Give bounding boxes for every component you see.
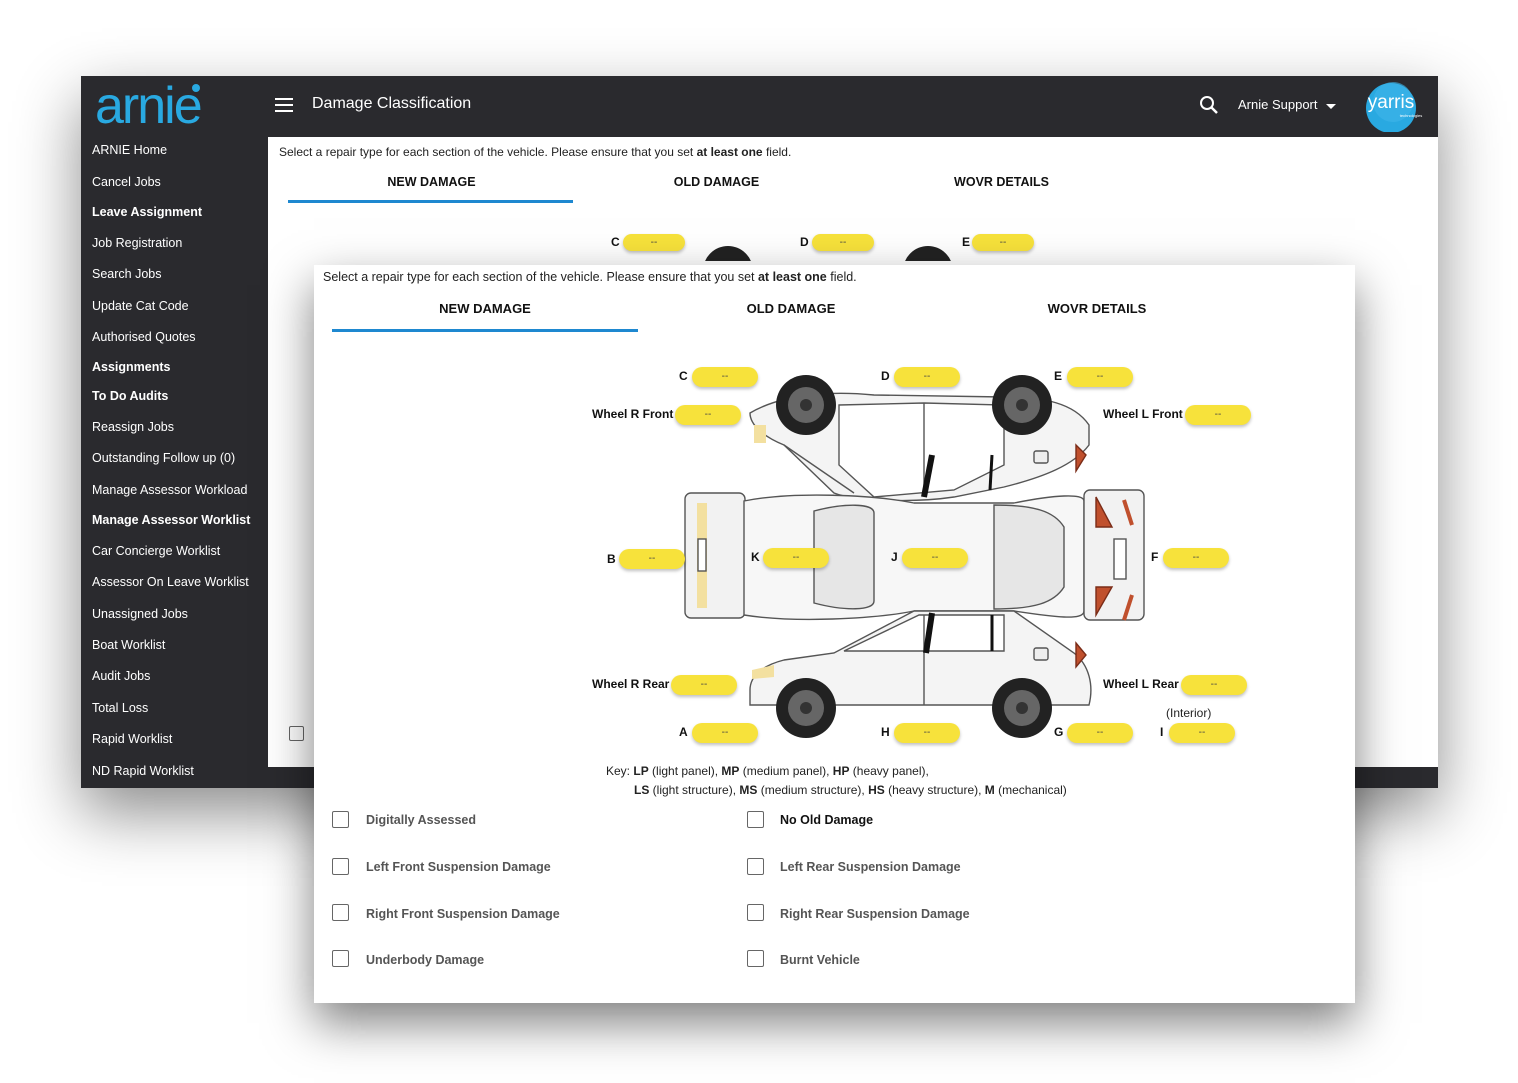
right-front-suspension-checkbox[interactable] bbox=[332, 904, 349, 921]
sidebar-item[interactable]: Rapid Worklist bbox=[92, 732, 172, 746]
key-line-1: Key: LP (light panel), MP (medium panel)… bbox=[606, 764, 929, 778]
section-k-label: K bbox=[751, 550, 760, 564]
section-d-select[interactable]: -- bbox=[894, 367, 960, 387]
page-title: Damage Classification bbox=[312, 95, 472, 112]
section-e-select[interactable]: -- bbox=[972, 234, 1034, 251]
section-g-label: G bbox=[1054, 725, 1064, 739]
no-old-damage-label: No Old Damage bbox=[780, 813, 874, 827]
sidebar-item[interactable]: Search Jobs bbox=[92, 267, 161, 281]
chevron-down-icon[interactable] bbox=[1326, 104, 1336, 109]
wheel-l-front-select[interactable]: -- bbox=[1185, 405, 1251, 425]
sidebar-item[interactable]: ND Rapid Worklist bbox=[92, 764, 194, 778]
svg-text:yarris: yarris bbox=[1368, 92, 1414, 113]
arnie-logo: arnie bbox=[95, 80, 203, 132]
section-i-label: I bbox=[1160, 725, 1164, 739]
sidebar-item[interactable]: To Do Audits bbox=[92, 389, 168, 403]
sidebar-item[interactable]: Assessor On Leave Worklist bbox=[92, 575, 249, 589]
section-g-select[interactable]: -- bbox=[1067, 723, 1133, 743]
section-h-select[interactable]: -- bbox=[894, 723, 960, 743]
underbody-damage-checkbox[interactable] bbox=[332, 950, 349, 967]
section-f-label: F bbox=[1151, 550, 1159, 564]
digitally-assessed-label: Digitally Assessed bbox=[366, 813, 477, 827]
search-icon[interactable] bbox=[1199, 95, 1219, 115]
instructions: Select a repair type for each section of… bbox=[279, 145, 792, 159]
section-d-select[interactable]: -- bbox=[812, 234, 874, 251]
section-e-select[interactable]: -- bbox=[1067, 367, 1133, 387]
section-f-select[interactable]: -- bbox=[1163, 548, 1229, 568]
digitally-assessed-checkbox[interactable] bbox=[332, 811, 349, 828]
left-rear-suspension-label: Left Rear Suspension Damage bbox=[780, 860, 961, 874]
section-j-label: J bbox=[891, 550, 898, 564]
wheel-icon bbox=[905, 246, 951, 261]
sidebar-item[interactable]: Total Loss bbox=[92, 701, 148, 715]
sidebar-item[interactable]: Assignments bbox=[92, 360, 171, 374]
wheel-r-rear-select[interactable]: -- bbox=[671, 675, 737, 695]
front-window: Select a repair type for each section of… bbox=[314, 265, 1355, 1003]
section-i-select[interactable]: -- bbox=[1169, 723, 1235, 743]
svg-text:technologies: technologies bbox=[1400, 113, 1422, 118]
interior-note: (Interior) bbox=[1166, 706, 1212, 720]
sidebar-item[interactable]: Unassigned Jobs bbox=[92, 607, 188, 621]
section-b-label: B bbox=[607, 552, 616, 566]
section-k-select[interactable]: -- bbox=[763, 548, 829, 568]
sidebar-item[interactable]: Outstanding Follow up (0) bbox=[92, 451, 235, 465]
key-line-2: LS (light structure), MS (medium structu… bbox=[634, 783, 1067, 797]
sidebar-item[interactable]: Car Concierge Worklist bbox=[92, 544, 220, 558]
section-c-select[interactable]: -- bbox=[623, 234, 685, 251]
right-front-suspension-label: Right Front Suspension Damage bbox=[366, 907, 560, 921]
sidebar-item[interactable]: Reassign Jobs bbox=[92, 420, 174, 434]
section-c-label: C bbox=[611, 235, 620, 249]
svg-text:arnie: arnie bbox=[95, 80, 201, 132]
sidebar-item[interactable]: Boat Worklist bbox=[92, 638, 165, 652]
user-menu[interactable]: Arnie Support bbox=[1238, 97, 1318, 112]
app-bar: arnie Damage Classification Arnie Suppor… bbox=[81, 76, 1438, 137]
left-rear-suspension-checkbox[interactable] bbox=[747, 858, 764, 875]
left-front-suspension-checkbox[interactable] bbox=[332, 858, 349, 875]
burnt-vehicle-checkbox[interactable] bbox=[747, 950, 764, 967]
sidebar-item[interactable]: Audit Jobs bbox=[92, 669, 150, 683]
section-d-label: D bbox=[881, 369, 890, 383]
sidebar-item[interactable]: Manage Assessor Workload bbox=[92, 483, 247, 497]
section-a-label: A bbox=[679, 725, 688, 739]
section-d-label: D bbox=[800, 235, 809, 249]
section-h-label: H bbox=[881, 725, 890, 739]
wheel-icon bbox=[705, 246, 751, 261]
tab-old-damage[interactable]: OLD DAMAGE bbox=[574, 175, 859, 189]
no-old-damage-checkbox[interactable] bbox=[747, 811, 764, 828]
tab-new-damage[interactable]: NEW DAMAGE bbox=[289, 175, 574, 189]
right-rear-suspension-checkbox[interactable] bbox=[747, 904, 764, 921]
yarris-logo: yarris technologies bbox=[1366, 82, 1422, 132]
sidebar-item[interactable]: ARNIE Home bbox=[92, 143, 167, 157]
section-b-select[interactable]: -- bbox=[619, 549, 685, 569]
left-front-suspension-label: Left Front Suspension Damage bbox=[366, 860, 551, 874]
wheel-r-front-select[interactable]: -- bbox=[675, 405, 741, 425]
right-rear-suspension-label: Right Rear Suspension Damage bbox=[780, 907, 970, 921]
section-e-label: E bbox=[962, 235, 971, 249]
sidebar-item[interactable]: Job Registration bbox=[92, 236, 182, 250]
tab-wovr-details[interactable]: WOVR DETAILS bbox=[859, 175, 1144, 189]
section-c-label: C bbox=[679, 369, 688, 383]
sidebar-item[interactable]: Update Cat Code bbox=[92, 299, 189, 313]
burnt-vehicle-label: Burnt Vehicle bbox=[780, 953, 860, 967]
wheel-l-front-label: Wheel L Front bbox=[1103, 407, 1183, 421]
sidebar-item[interactable]: Authorised Quotes bbox=[92, 330, 196, 344]
back-checkbox[interactable] bbox=[289, 726, 304, 741]
section-c-select[interactable]: -- bbox=[692, 367, 758, 387]
tab-active-indicator bbox=[288, 200, 573, 203]
sidebar: ARNIE Home Cancel Jobs Leave Assignment Job… bbox=[81, 137, 268, 788]
underbody-damage-label: Underbody Damage bbox=[366, 953, 485, 967]
sidebar-item[interactable]: Manage Assessor Worklist bbox=[92, 513, 250, 527]
sidebar-item[interactable]: Leave Assignment bbox=[92, 205, 202, 219]
section-j-select[interactable]: -- bbox=[902, 548, 968, 568]
wheel-r-front-label: Wheel R Front bbox=[592, 407, 674, 421]
section-e-label: E bbox=[1054, 369, 1063, 383]
wheel-l-rear-select[interactable]: -- bbox=[1181, 675, 1247, 695]
wheel-r-rear-label: Wheel R Rear bbox=[592, 677, 670, 691]
menu-icon[interactable] bbox=[275, 98, 293, 112]
sidebar-item[interactable]: Cancel Jobs bbox=[92, 175, 161, 189]
section-a-select[interactable]: -- bbox=[692, 723, 758, 743]
wheel-l-rear-label: Wheel L Rear bbox=[1103, 677, 1179, 691]
